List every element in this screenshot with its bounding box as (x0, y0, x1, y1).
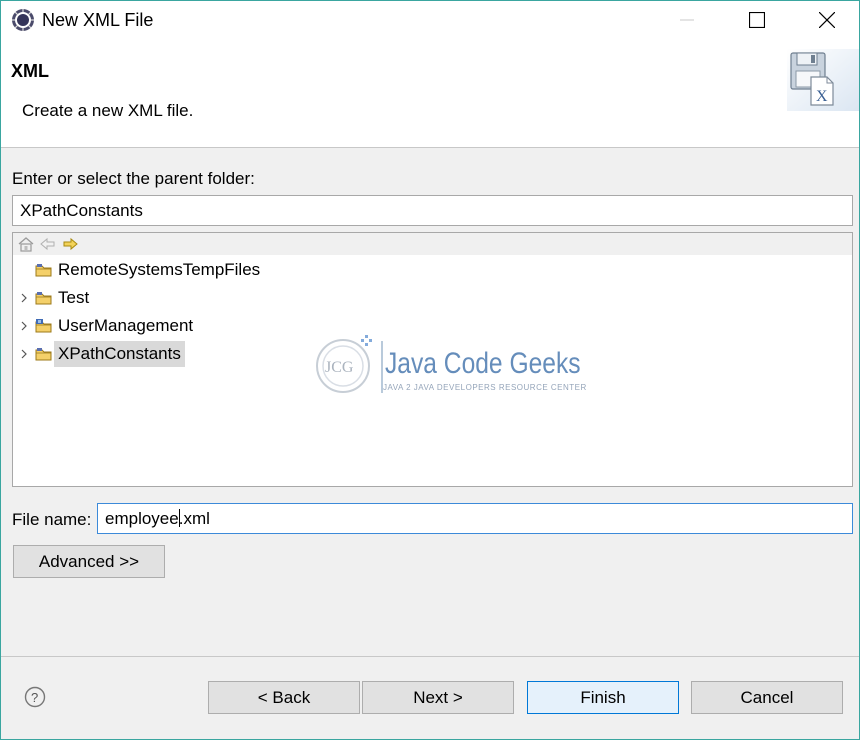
window-title: New XML File (42, 10, 154, 30)
home-icon[interactable] (17, 236, 35, 252)
maximize-icon (749, 12, 765, 28)
wizard-page-description: Create a new XML file. (22, 101, 194, 120)
file-name-value-end: .xml (178, 509, 210, 528)
java-project-icon (35, 319, 52, 333)
tree-item-test[interactable]: Test (13, 285, 613, 311)
advanced-button[interactable]: Advanced >> (13, 545, 165, 578)
java-code-geeks-watermark: JCG Java Code Geeks JAVA 2 JAVA DEVELOPE… (311, 333, 586, 397)
tree-toolbar (13, 233, 852, 255)
watermark-tagline: JAVA 2 JAVA DEVELOPERS RESOURCE CENTER (383, 383, 587, 392)
back-button[interactable]: < Back (208, 681, 360, 714)
close-button[interactable] (795, 1, 859, 39)
button-bar-separator (1, 656, 859, 657)
svg-text:?: ? (31, 690, 38, 705)
forward-arrow-icon[interactable] (61, 236, 79, 252)
finish-button[interactable]: Finish (527, 681, 679, 714)
file-name-input[interactable]: employee.xml (97, 503, 853, 534)
next-button[interactable]: Next > (362, 681, 514, 714)
parent-folder-input[interactable] (12, 195, 853, 226)
tree-item-label: RemoteSystemsTempFiles (58, 260, 261, 279)
project-folder-icon (35, 348, 52, 361)
chevron-right-icon[interactable] (19, 321, 29, 331)
jcg-logo-icon: JCG (316, 335, 372, 393)
chevron-right-icon[interactable] (19, 293, 29, 303)
logo-text: JCG (325, 359, 354, 376)
svg-text:X: X (816, 88, 828, 105)
file-name-label: File name: (12, 510, 92, 529)
new-xml-file-dialog: New XML File XML Create a new XML file. (0, 0, 860, 740)
project-folder-icon (35, 264, 52, 277)
parent-folder-label: Enter or select the parent folder: (12, 169, 255, 188)
tree-item-remote-systems-temp-files[interactable]: RemoteSystemsTempFiles (13, 257, 613, 283)
minimize-icon (680, 19, 694, 21)
tree-item-label: Test (58, 288, 90, 307)
wizard-page-title: XML (11, 61, 49, 81)
back-arrow-icon[interactable] (39, 236, 57, 252)
close-icon (819, 12, 835, 28)
chevron-right-icon[interactable] (19, 349, 29, 359)
watermark-title: Java Code Geeks (385, 347, 581, 380)
minimize-button[interactable] (655, 1, 719, 39)
title-bar[interactable]: New XML File (1, 1, 859, 39)
tree-item-label: UserManagement (58, 316, 194, 335)
cancel-button[interactable]: Cancel (691, 681, 843, 714)
maximize-button[interactable] (725, 1, 789, 39)
help-icon[interactable]: ? (24, 686, 46, 708)
file-name-value-start: employee (105, 509, 179, 528)
xml-file-wizard-icon: X (787, 49, 859, 111)
eclipse-app-icon (12, 9, 34, 31)
project-folder-icon (35, 292, 52, 305)
folder-tree[interactable]: RemoteSystemsTempFiles Test UserManageme… (12, 232, 853, 487)
wizard-banner: XML Create a new XML file. X (1, 39, 859, 148)
tree-item-label: XPathConstants (54, 341, 185, 367)
